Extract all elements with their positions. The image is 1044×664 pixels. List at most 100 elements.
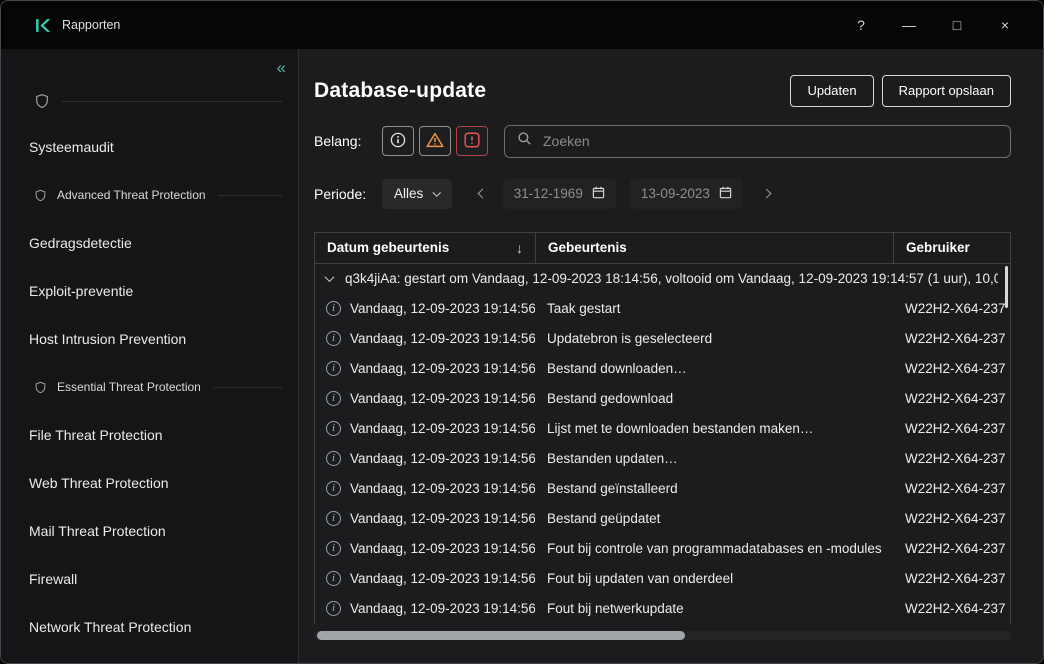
search-input[interactable]: [541, 132, 998, 150]
sidebar-section-divider: [17, 79, 298, 123]
sidebar-item-label: Host Intrusion Prevention: [29, 331, 186, 347]
chevron-down-icon: [433, 188, 441, 196]
table-row[interactable]: i Vandaag, 12-09-2023 19:14:56 Bestand d…: [315, 354, 1010, 384]
period-select[interactable]: Alles: [382, 179, 452, 209]
prev-period-button[interactable]: [475, 190, 491, 197]
table-row[interactable]: i Vandaag, 12-09-2023 19:14:56 Bestand g…: [315, 384, 1010, 414]
info-icon: i: [326, 361, 341, 376]
event-description: Bestand geüpdatet: [535, 504, 893, 534]
table-row[interactable]: i Vandaag, 12-09-2023 19:14:56 Updatebro…: [315, 324, 1010, 354]
main-content: Database-update Updaten Rapport opslaan …: [299, 49, 1043, 663]
sidebar-item-exploit-preventie[interactable]: Exploit-preventie: [17, 267, 298, 315]
update-button[interactable]: Updaten: [790, 75, 873, 107]
sidebar-section-label: Advanced Threat Protection: [57, 188, 206, 202]
close-button[interactable]: ×: [995, 17, 1015, 33]
filter-critical-button[interactable]: [456, 126, 488, 156]
sidebar-collapse-button[interactable]: «: [277, 59, 286, 76]
event-date: Vandaag, 12-09-2023 19:14:56: [350, 511, 535, 526]
event-date: Vandaag, 12-09-2023 19:14:56: [350, 481, 535, 496]
table-row[interactable]: i Vandaag, 12-09-2023 19:14:56 Fout bij …: [315, 534, 1010, 564]
table-row[interactable]: i Vandaag, 12-09-2023 19:14:56 Fout bij …: [315, 594, 1010, 624]
critical-icon: [464, 132, 480, 151]
search-box[interactable]: [504, 125, 1011, 158]
help-button[interactable]: ?: [851, 17, 871, 33]
info-icon: [390, 132, 406, 151]
chevron-down-icon: [325, 272, 335, 282]
titlebar: Rapporten ? — □ ×: [1, 1, 1043, 49]
sidebar-section-header: Advanced Threat Protection: [17, 171, 298, 219]
save-report-button[interactable]: Rapport opslaan: [882, 75, 1011, 107]
event-user: W22H2-X64-237: [893, 294, 1010, 324]
event-user: W22H2-X64-237: [893, 504, 1010, 534]
event-description: Bestand gedownload: [535, 384, 893, 414]
maximize-button[interactable]: □: [947, 17, 967, 33]
info-icon: i: [326, 481, 341, 496]
filter-info-button[interactable]: [382, 126, 414, 156]
event-description: Fout bij controle van programmadatabases…: [535, 534, 893, 564]
date-from-field[interactable]: 31-12-1969: [503, 179, 616, 209]
table-row[interactable]: i Vandaag, 12-09-2023 19:14:56 Bestand g…: [315, 504, 1010, 534]
column-header-date[interactable]: Datum gebeurtenis ↓: [315, 233, 535, 263]
period-select-value: Alles: [394, 186, 423, 201]
sidebar-section-header: Essential Threat Protection: [17, 363, 298, 411]
event-user: W22H2-X64-237: [893, 444, 1010, 474]
divider-line: [213, 387, 282, 388]
column-header-event[interactable]: Gebeurtenis: [535, 233, 893, 263]
event-description: Updatebron is geselecteerd: [535, 324, 893, 354]
sidebar-item-web-threat-protection[interactable]: Web Threat Protection: [17, 459, 298, 507]
divider-line: [218, 195, 282, 196]
date-to-field[interactable]: 13-09-2023: [630, 179, 743, 209]
page-title: Database-update: [314, 79, 486, 103]
event-user: W22H2-X64-237: [893, 354, 1010, 384]
event-description: Lijst met te downloaden bestanden maken…: [535, 414, 893, 444]
table-row[interactable]: i Vandaag, 12-09-2023 19:14:56 Fout bij …: [315, 564, 1010, 594]
date-to-value: 13-09-2023: [641, 186, 710, 201]
sidebar-item-file-threat-protection[interactable]: File Threat Protection: [17, 411, 298, 459]
event-user: W22H2-X64-237: [893, 414, 1010, 444]
info-icon: i: [326, 301, 341, 316]
importance-filter-group: [382, 126, 488, 156]
sidebar-item-network-threat-protection[interactable]: Network Threat Protection: [17, 603, 298, 651]
sidebar-item-host-intrusion-prevention[interactable]: Host Intrusion Prevention: [17, 315, 298, 363]
event-description: Taak gestart: [535, 294, 893, 324]
event-date: Vandaag, 12-09-2023 19:14:56: [350, 331, 535, 346]
table-row[interactable]: i Vandaag, 12-09-2023 19:14:56 Bestand g…: [315, 474, 1010, 504]
table-row[interactable]: i Vandaag, 12-09-2023 19:14:56 Lijst met…: [315, 414, 1010, 444]
importance-label: Belang:: [314, 133, 382, 149]
event-date: Vandaag, 12-09-2023 19:14:56: [350, 541, 535, 556]
next-period-button[interactable]: [759, 190, 775, 197]
column-header-user[interactable]: Gebruiker: [893, 233, 1010, 263]
sidebar-item-gedragsdetectie[interactable]: Gedragsdetectie: [17, 219, 298, 267]
info-icon: i: [326, 601, 341, 616]
sidebar-item-label: File Threat Protection: [29, 427, 163, 443]
sidebar-item-label: Network Threat Protection: [29, 619, 191, 635]
minimize-button[interactable]: —: [899, 17, 919, 33]
horizontal-scrollbar-track[interactable]: [314, 631, 1011, 640]
sidebar-item-label: Firewall: [29, 571, 77, 587]
sidebar-item-firewall[interactable]: Firewall: [17, 555, 298, 603]
vertical-scrollbar[interactable]: [1005, 266, 1008, 308]
shield-icon: [34, 93, 50, 109]
table-row[interactable]: i Vandaag, 12-09-2023 19:14:56 Bestanden…: [315, 444, 1010, 474]
sort-descending-icon[interactable]: ↓: [516, 240, 523, 256]
table-row[interactable]: i Vandaag, 12-09-2023 19:14:56 Taak gest…: [315, 294, 1010, 324]
event-description: Bestand geïnstalleerd: [535, 474, 893, 504]
divider-line: [62, 101, 282, 102]
info-icon: i: [326, 541, 341, 556]
search-icon: [517, 131, 532, 151]
event-description: Bestand downloaden…: [535, 354, 893, 384]
app-window: Rapporten ? — □ × « Systeemaudit: [0, 0, 1044, 664]
events-table: Datum gebeurtenis ↓ Gebeurtenis Gebruike…: [314, 232, 1011, 624]
sidebar-item-systeemaudit[interactable]: Systeemaudit: [17, 123, 298, 171]
sidebar-item-label: Systeemaudit: [29, 139, 114, 155]
period-label: Periode:: [314, 186, 382, 202]
sidebar-section-label: Essential Threat Protection: [57, 380, 201, 394]
group-row[interactable]: q3k4jiAa: gestart om Vandaag, 12-09-2023…: [315, 264, 1010, 294]
warning-icon: [426, 132, 444, 151]
filter-warning-button[interactable]: [419, 126, 451, 156]
window-title: Rapporten: [62, 18, 120, 32]
horizontal-scrollbar-thumb[interactable]: [317, 631, 685, 640]
info-icon: i: [326, 511, 341, 526]
sidebar-item-mail-threat-protection[interactable]: Mail Threat Protection: [17, 507, 298, 555]
chevron-left-icon: [478, 189, 488, 199]
